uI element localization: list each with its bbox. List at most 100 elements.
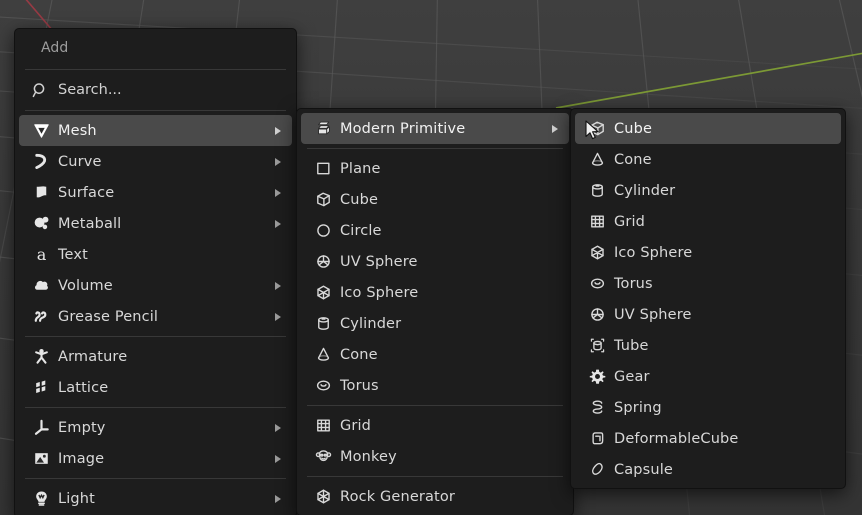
chevron-right-icon [275, 494, 281, 503]
menu-item-label: Plane [340, 160, 381, 177]
menu-item-label: Circle [340, 222, 382, 239]
spring-icon [584, 397, 610, 419]
mesh-menu-item-cone[interactable]: Cone [301, 339, 569, 370]
chevron-right-icon [275, 281, 281, 290]
modern-primitive-menu-item-grid[interactable]: Grid [575, 206, 841, 237]
separator [25, 69, 286, 70]
armature-icon [28, 346, 54, 368]
menu-item-label: Monkey [340, 448, 397, 465]
blender-screen: Add Search... Mesh Curve Surface Metaball a T… [0, 0, 862, 515]
modern-primitive-menu-item-uv-sphere[interactable]: UV Sphere [575, 299, 841, 330]
mesh-menu-item-grid[interactable]: Grid [301, 410, 569, 441]
uv-sphere-icon [584, 304, 610, 326]
menu-item-label: Mesh [58, 122, 97, 139]
menu-item-label: Image [58, 450, 105, 467]
gear-icon [584, 366, 610, 388]
modern-primitive-submenu-panel: Cube Cone Cylinder Grid Ico Sphere Torus UV Sp… [570, 108, 846, 489]
add-menu-item-curve[interactable]: Curve [19, 146, 292, 177]
search-field[interactable]: Search... [15, 74, 296, 106]
uv-sphere-icon [310, 251, 336, 273]
mesh-menu-item-monkey[interactable]: Monkey [301, 441, 569, 472]
mesh-menu-item-ico-sphere[interactable]: Ico Sphere [301, 277, 569, 308]
mesh-menu-items: Modern Primitive Plane Cube Circle UV Sphere… [297, 113, 573, 512]
rock-generator-icon [310, 486, 336, 508]
modern-primitive-menu-item-torus[interactable]: Torus [575, 268, 841, 299]
add-menu-item-volume[interactable]: Volume [19, 270, 292, 301]
search-placeholder: Search... [58, 82, 122, 98]
tube-icon [584, 335, 610, 357]
curve-icon [28, 151, 54, 173]
menu-item-label: Rock Generator [340, 488, 456, 505]
svg-text:a: a [36, 245, 46, 264]
light-icon [28, 488, 54, 510]
add-menu-item-light[interactable]: Light [19, 483, 292, 514]
mesh-menu-item-torus[interactable]: Torus [301, 370, 569, 401]
plane-icon [310, 158, 336, 180]
menu-item-label: Cylinder [614, 182, 676, 199]
add-menu-item-mesh[interactable]: Mesh [19, 115, 292, 146]
torus-icon [310, 375, 336, 397]
mesh-menu-item-cube[interactable]: Cube [301, 184, 569, 215]
modern-primitive-menu-item-cube[interactable]: Cube [575, 113, 841, 144]
menu-item-label: Armature [58, 348, 128, 365]
volume-icon [28, 275, 54, 297]
monkey-icon [310, 446, 336, 468]
add-menu-item-text[interactable]: a Text [19, 239, 292, 270]
menu-item-label: Grid [340, 417, 372, 434]
menu-item-label: Lattice [58, 379, 109, 396]
add-menu-item-grease-pencil[interactable]: Grease Pencil [19, 301, 292, 332]
menu-item-label: Modern Primitive [340, 120, 466, 137]
menu-item-label: Text [58, 246, 88, 263]
menu-item-label: Capsule [614, 461, 673, 478]
add-menu-item-metaball[interactable]: Metaball [19, 208, 292, 239]
chevron-right-icon [275, 423, 281, 432]
menu-item-label: Torus [614, 275, 653, 292]
ico-sphere-icon [584, 242, 610, 264]
cone-icon [584, 149, 610, 171]
cube-icon [310, 189, 336, 211]
mesh-menu-item-uv-sphere[interactable]: UV Sphere [301, 246, 569, 277]
menu-item-label: Grid [614, 213, 646, 230]
mesh-menu-item-rock-generator[interactable]: Rock Generator [301, 481, 569, 512]
menu-item-label: Ico Sphere [340, 284, 419, 301]
modern-primitive-menu-item-ico-sphere[interactable]: Ico Sphere [575, 237, 841, 268]
search-icon [28, 82, 52, 99]
grid-icon [310, 415, 336, 437]
circle-icon [310, 220, 336, 242]
add-menu-panel: Add Search... Mesh Curve Surface Metaball a T… [14, 28, 297, 515]
modern-primitive-menu-items: Cube Cone Cylinder Grid Ico Sphere Torus UV Sp… [571, 113, 845, 485]
lattice-icon [28, 377, 54, 399]
modern-primitive-menu-item-deformablecube[interactable]: DeformableCube [575, 423, 841, 454]
menu-item-label: Spring [614, 399, 662, 416]
mesh-menu-item-cylinder[interactable]: Cylinder [301, 308, 569, 339]
separator [307, 148, 563, 149]
mesh-menu-item-modern-primitive[interactable]: Modern Primitive [301, 113, 569, 144]
modern-primitive-menu-item-capsule[interactable]: Capsule [575, 454, 841, 485]
modern-primitive-menu-item-cone[interactable]: Cone [575, 144, 841, 175]
add-menu-item-empty[interactable]: Empty [19, 412, 292, 443]
mesh-menu-item-plane[interactable]: Plane [301, 153, 569, 184]
modern-primitive-menu-item-cylinder[interactable]: Cylinder [575, 175, 841, 206]
modern-primitive-menu-item-tube[interactable]: Tube [575, 330, 841, 361]
modern-primitive-icon [310, 118, 336, 140]
menu-item-label: Curve [58, 153, 102, 170]
ico-sphere-icon [310, 282, 336, 304]
chevron-right-icon [275, 454, 281, 463]
add-menu-item-lattice[interactable]: Lattice [19, 372, 292, 403]
menu-item-label: Cone [340, 346, 378, 363]
deformable-cube-icon [584, 428, 610, 450]
menu-item-label: Cone [614, 151, 652, 168]
add-menu-item-image[interactable]: Image [19, 443, 292, 474]
cone-icon [310, 344, 336, 366]
image-icon [28, 448, 54, 470]
modern-primitive-menu-item-spring[interactable]: Spring [575, 392, 841, 423]
separator [307, 476, 563, 477]
grease-pencil-icon [28, 306, 54, 328]
add-menu-title: Add [41, 40, 69, 56]
menu-item-label: Cylinder [340, 315, 402, 332]
add-menu-item-surface[interactable]: Surface [19, 177, 292, 208]
modern-primitive-menu-item-gear[interactable]: Gear [575, 361, 841, 392]
add-menu-item-armature[interactable]: Armature [19, 341, 292, 372]
mesh-menu-item-circle[interactable]: Circle [301, 215, 569, 246]
mesh-submenu-panel: Modern Primitive Plane Cube Circle UV Sphere… [296, 108, 574, 515]
